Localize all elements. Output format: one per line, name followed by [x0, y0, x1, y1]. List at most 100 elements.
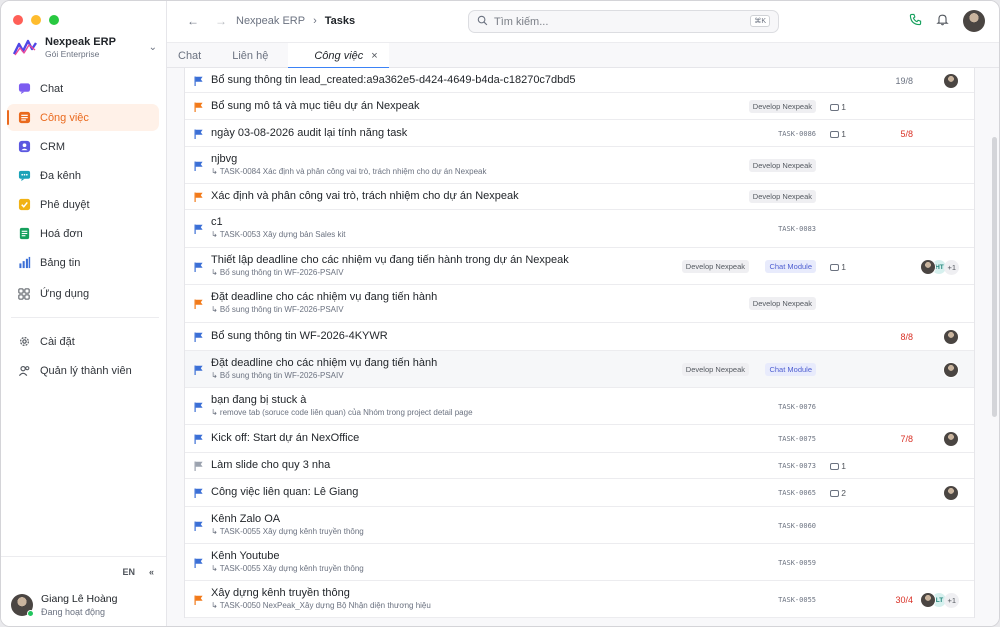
parent-task-link[interactable]: ↳ TASK-0055 Xây dựng kênh truyền thông	[211, 527, 364, 536]
breadcrumb-item[interactable]: Nexpeak ERP	[236, 15, 305, 27]
project-badge[interactable]: Develop Nexpeak	[748, 159, 816, 172]
assignee-group[interactable]	[943, 431, 959, 447]
table-row[interactable]: Bổ sung thông tin WF-2026-4KYWR 8/8	[185, 323, 974, 351]
table-row[interactable]: Bổ sung thông tin lead_created:a9a362e5-…	[185, 68, 974, 93]
comment-count[interactable]: 1	[830, 129, 846, 139]
sidebar-item-invoice[interactable]: Hoá đơn	[7, 220, 159, 247]
vertical-scrollbar[interactable]	[992, 137, 997, 417]
table-row[interactable]: Thiết lập deadline cho các nhiệm vụ đang…	[185, 248, 974, 285]
tab-contacts[interactable]: Liên hệ	[212, 43, 288, 68]
sidebar-item-omnichannel[interactable]: Đa kênh	[7, 162, 159, 189]
parent-task-link[interactable]: ↳ TASK-0053 Xây dựng bản Sales kit	[211, 230, 346, 239]
table-row[interactable]: Kênh Youtube ↳ TASK-0055 Xây dựng kênh tr…	[185, 544, 974, 581]
comment-count[interactable]: 1	[830, 461, 846, 471]
table-row[interactable]: Xác định và phân công vai trò, trách nhi…	[185, 184, 974, 210]
workspace-switcher[interactable]: Nexpeak ERP Gói Enterprise ⌄	[13, 34, 157, 60]
task-title[interactable]: Bổ sung thông tin lead_created:a9a362e5-…	[211, 74, 576, 86]
sidebar-item-crm[interactable]: CRM	[7, 133, 159, 160]
sidebar-item-newsfeed[interactable]: Bảng tin	[7, 249, 159, 276]
task-title[interactable]: Thiết lập deadline cho các nhiệm vụ đang…	[211, 254, 569, 266]
module-badge[interactable]: Chat Module	[765, 363, 816, 376]
table-row[interactable]: Đặt deadline cho các nhiệm vụ đang tiến …	[185, 351, 974, 388]
task-title[interactable]: Kick off: Start dự án NexOffice	[211, 432, 359, 444]
task-code: TASK-0076	[778, 403, 816, 411]
table-row[interactable]: Kick off: Start dự án NexOffice TASK-0075…	[185, 425, 974, 453]
table-row[interactable]: njbvg ↳ TASK-0084 Xác định và phân công v…	[185, 147, 974, 184]
project-badge[interactable]: Develop Nexpeak	[748, 190, 816, 203]
close-window-button[interactable]	[13, 15, 23, 25]
parent-task-link[interactable]: ↳ Bổ sung thông tin WF-2026-PSAIV	[211, 305, 344, 314]
table-row[interactable]: c1 ↳ TASK-0053 Xây dựng bản Sales kit TASK…	[185, 210, 974, 248]
comment-count[interactable]: 2	[830, 488, 846, 498]
header-avatar[interactable]	[963, 10, 985, 32]
project-badge[interactable]: Develop Nexpeak	[681, 260, 749, 273]
parent-task-link[interactable]: ↳ TASK-0050 NexPeak_Xây dựng Bộ Nhận diệ…	[211, 601, 431, 610]
assignee-group[interactable]	[943, 329, 959, 345]
table-row[interactable]: Làm slide cho quy 3 nha TASK-0073 1	[185, 453, 974, 479]
table-row[interactable]: Bổ sung mô tả và mục tiêu dự án NexpeakT…	[185, 93, 974, 120]
maximize-window-button[interactable]	[49, 15, 59, 25]
task-list-panel: Bổ sung thông tin lead_created:a9a362e5-…	[167, 68, 999, 626]
search-shortcut-hint: ⌘K	[750, 15, 770, 27]
task-title[interactable]: Làm slide cho quy 3 nha	[211, 459, 330, 471]
sidebar-item-tasks[interactable]: Công việc	[7, 104, 159, 131]
bell-icon[interactable]	[936, 13, 949, 29]
sidebar-item-chat[interactable]: Chat	[7, 75, 159, 102]
assignee-group[interactable]	[943, 362, 959, 378]
forward-button[interactable]: →	[215, 14, 227, 28]
project-badge[interactable]: Develop Nexpeak	[681, 363, 749, 376]
sidebar-item-members[interactable]: Quản lý thành viên	[7, 357, 159, 384]
tab-tasks[interactable]: Công việc ×	[288, 43, 390, 69]
parent-task-link[interactable]: ↳ TASK-0084 Xác định và phân công vai tr…	[211, 167, 486, 176]
parent-task-link[interactable]: ↳ Bổ sung thông tin WF-2026-PSAIV	[211, 371, 344, 380]
collapse-sidebar-icon[interactable]: «	[149, 567, 154, 577]
tab-chat[interactable]: Chat	[167, 43, 212, 68]
task-title[interactable]: ngày 03-08-2026 audit lại tính năng task	[211, 127, 407, 139]
main-nav: Chat Công việc CRM Đa kênh Phê duyệt Hoá…	[7, 75, 159, 386]
task-title[interactable]: Kênh Zalo OA	[211, 513, 280, 525]
task-title[interactable]: njbvg	[211, 153, 237, 165]
phone-icon[interactable]	[909, 13, 922, 29]
sidebar-item-apps[interactable]: Ứng dụng	[7, 280, 159, 307]
language-toggle[interactable]: EN	[122, 567, 135, 577]
parent-task-link[interactable]: ↳ TASK-0055 Xây dựng kênh truyền thông	[211, 564, 364, 573]
priority-flag-icon	[194, 161, 203, 171]
parent-task-link[interactable]: ↳ remove tab (soruce code liên quan) của…	[211, 408, 473, 417]
task-title[interactable]: Bổ sung thông tin WF-2026-4KYWR	[211, 330, 388, 342]
table-row[interactable]: bạn đang bị stuck à ↳ remove tab (soruce …	[185, 388, 974, 425]
assignee-group[interactable]	[943, 485, 959, 501]
current-user[interactable]: Giang Lê Hoàng Đang hoạt động	[11, 593, 117, 617]
task-title[interactable]: Kênh Youtube	[211, 550, 280, 562]
sidebar-item-settings[interactable]: Cài đặt	[7, 328, 159, 355]
table-row[interactable]: Xây dựng kênh truyền thông ↳ TASK-0050 Ne…	[185, 581, 974, 618]
assignee-group[interactable]	[943, 73, 959, 89]
table-row[interactable]: ngày 03-08-2026 audit lại tính năng task…	[185, 120, 974, 147]
task-title[interactable]: Đặt deadline cho các nhiệm vụ đang tiến …	[211, 357, 437, 369]
project-badge[interactable]: Develop Nexpeak	[748, 297, 816, 310]
back-button[interactable]: ←	[187, 14, 199, 28]
task-title[interactable]: Xác định và phân công vai trò, trách nhi…	[211, 190, 519, 202]
comment-count[interactable]: 1	[830, 262, 846, 272]
task-title[interactable]: Xây dựng kênh truyền thông	[211, 587, 350, 599]
module-badge[interactable]: Chat Module	[765, 260, 816, 273]
tab-strip: Chat Liên hệ Công việc ×	[167, 43, 999, 69]
table-row[interactable]: Kênh Zalo OA ↳ TASK-0055 Xây dựng kênh tr…	[185, 507, 974, 544]
task-title[interactable]: Công việc liên quan: Lê Giang	[211, 486, 358, 498]
comment-count[interactable]: 1	[830, 102, 846, 112]
task-title[interactable]: c1	[211, 216, 223, 228]
project-badge[interactable]: Develop Nexpeak	[748, 100, 816, 113]
assignee-group[interactable]: LT +1	[920, 592, 959, 608]
table-row[interactable]: Công việc liên quan: Lê Giang TASK-0065 2	[185, 479, 974, 507]
sidebar-item-approval[interactable]: Phê duyệt	[7, 191, 159, 218]
task-title[interactable]: Đặt deadline cho các nhiệm vụ đang tiến …	[211, 291, 437, 303]
minimize-window-button[interactable]	[31, 15, 41, 25]
table-row[interactable]: Đặt deadline cho các nhiệm vụ đang tiến …	[185, 285, 974, 323]
assignee-group[interactable]: HT +1	[920, 259, 959, 275]
priority-flag-icon	[194, 365, 203, 375]
search-box[interactable]: ⌘K	[468, 10, 779, 33]
parent-task-link[interactable]: ↳ Bổ sung thông tin WF-2026-PSAIV	[211, 268, 344, 277]
search-input[interactable]	[494, 15, 744, 28]
close-tab-icon[interactable]: ×	[371, 50, 377, 62]
task-title[interactable]: Bổ sung mô tả và mục tiêu dự án Nexpeak	[211, 100, 420, 112]
task-title[interactable]: bạn đang bị stuck à	[211, 394, 306, 406]
